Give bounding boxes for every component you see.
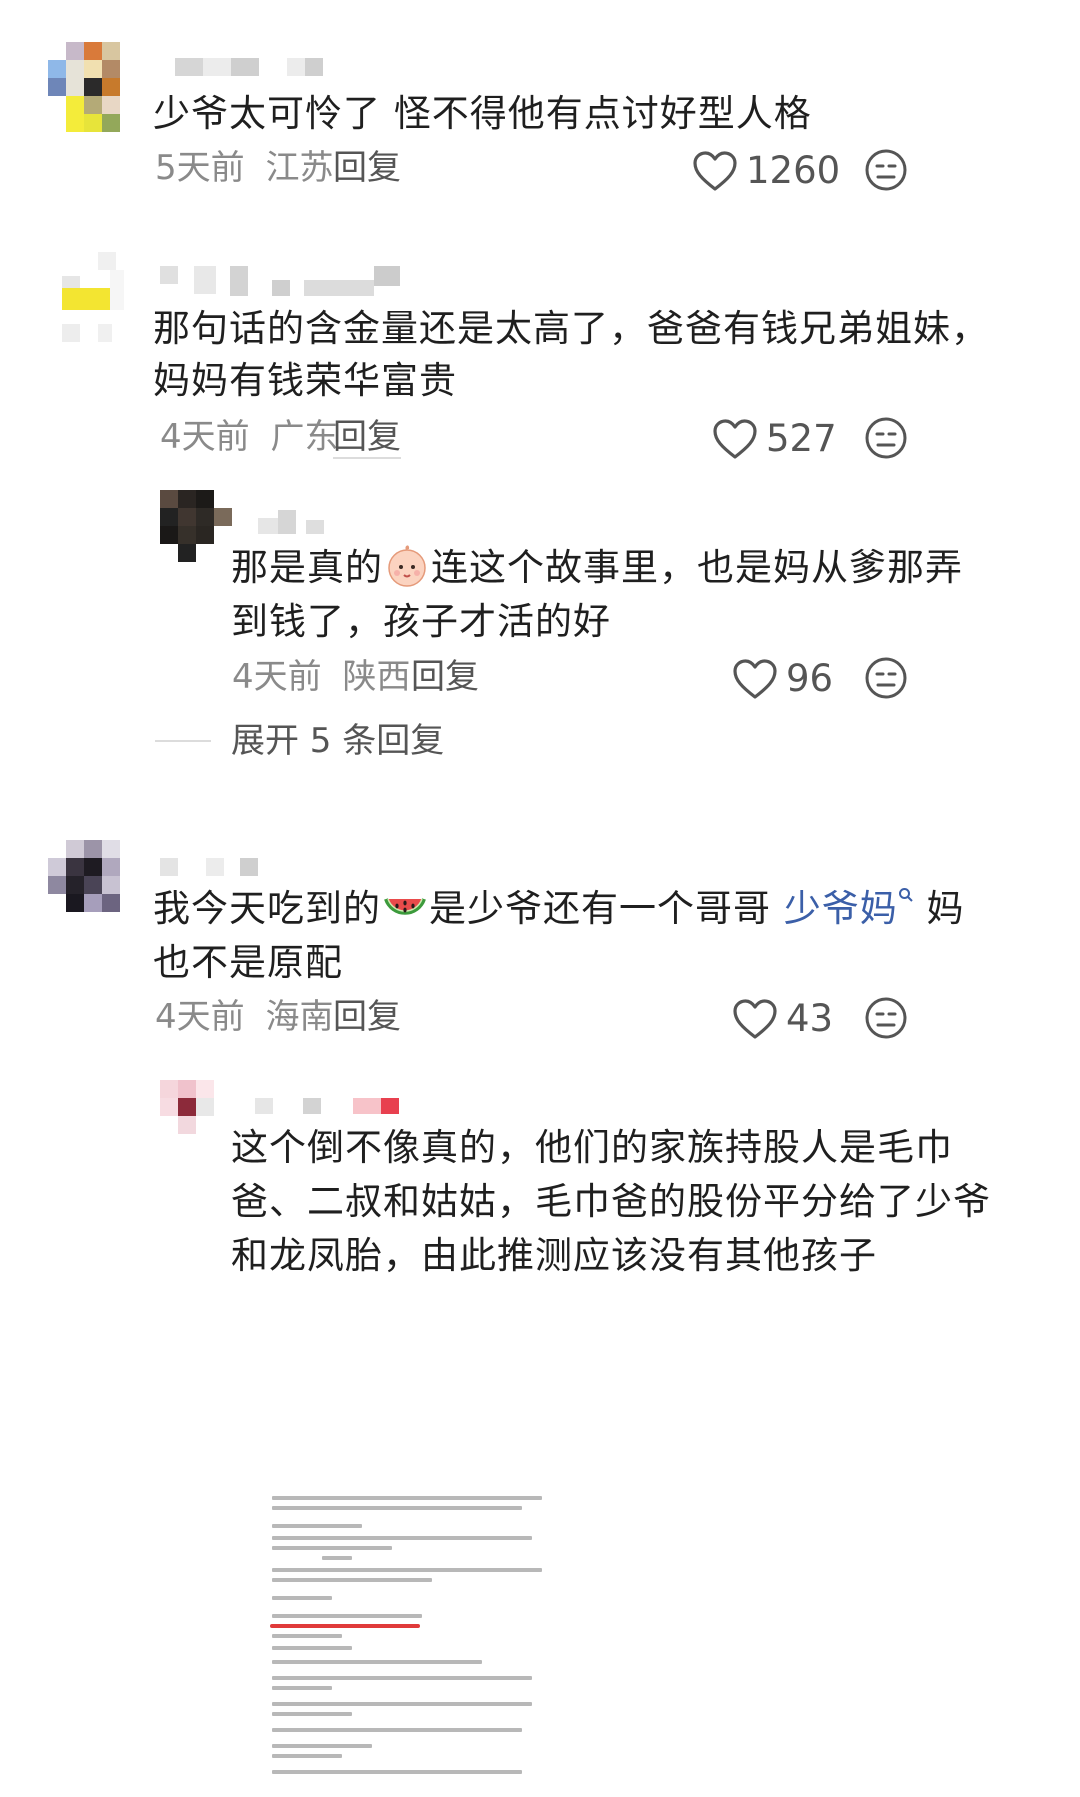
comment-time: 4天前 — [155, 997, 245, 1037]
neutral-face-icon[interactable] — [864, 656, 908, 700]
comment-text: 少爷太可怜了 怪不得他有点讨好型人格 — [153, 92, 812, 135]
username-blurred[interactable] — [258, 510, 328, 534]
avatar[interactable] — [48, 840, 128, 920]
username-blurred[interactable] — [175, 58, 325, 76]
heart-outline-icon — [713, 419, 757, 459]
comment-time: 4天前 — [232, 657, 322, 697]
username-blurred[interactable] — [255, 1098, 415, 1118]
comment-text-segment: 是少爷还有一个哥哥 — [429, 887, 784, 930]
comment-text-line: 我今天吃到的 是少爷还有一个哥哥 少爷妈 妈 — [153, 879, 965, 939]
comment-text-segment: 那是真的 — [231, 546, 383, 589]
comment-text-line: 这个倒不像真的，他们的家族持股人是毛巾 — [231, 1126, 953, 1169]
avatar[interactable] — [62, 252, 134, 348]
username-blurred[interactable] — [160, 266, 400, 298]
comment-meta: 5天前 江苏 — [155, 148, 333, 188]
neutral-face-icon[interactable] — [864, 148, 908, 192]
search-icon[interactable] — [898, 887, 914, 907]
search-link[interactable]: 少爷妈 — [784, 887, 898, 930]
like-button[interactable]: 96 — [732, 658, 833, 700]
comment-text-line: 爸、二叔和姑姑，毛巾爸的股份平分给了少爷 — [231, 1180, 991, 1223]
comment-text: 这个倒不像真的，他们的家族持股人是毛巾 爸、二叔和姑姑，毛巾爸的股份平分给了少爷… — [231, 1118, 991, 1286]
like-button[interactable]: 527 — [712, 418, 837, 460]
reply-button[interactable]: 回复 — [411, 657, 479, 697]
like-count: 96 — [786, 657, 834, 700]
like-button[interactable]: 1260 — [692, 150, 840, 192]
comment-location: 江苏 — [265, 148, 334, 188]
comment-text-line: 那句话的含金量还是太高了，爸爸有钱兄弟姐妹， — [153, 307, 989, 350]
comment-meta: 4天前 海南 — [155, 997, 333, 1037]
expand-divider — [155, 740, 211, 742]
like-button[interactable]: 43 — [732, 998, 833, 1040]
reply-button[interactable]: 回复 — [333, 417, 401, 459]
neutral-face-icon[interactable] — [864, 416, 908, 460]
comment-text-line: 和龙凤胎，由此推测应该没有其他孩子 — [231, 1234, 877, 1277]
comment-location: 广东 — [270, 417, 339, 457]
watermelon-emoji-icon — [384, 898, 426, 915]
comment-time: 5天前 — [155, 148, 245, 188]
comment-text-line: 妈妈有钱荣华富贵 — [153, 359, 457, 402]
reply-button[interactable]: 回复 — [333, 997, 401, 1037]
avatar[interactable] — [160, 1080, 232, 1152]
baby-face-emoji-icon — [388, 545, 426, 587]
like-count: 1260 — [746, 149, 841, 192]
heart-outline-icon — [733, 659, 777, 699]
neutral-face-icon[interactable] — [864, 996, 908, 1040]
username-blurred[interactable] — [160, 858, 260, 876]
comment-location: 陕西 — [342, 657, 411, 697]
comment-time: 4天前 — [160, 417, 250, 457]
comment-text: 那是真的 连这个故事里，也是妈从爹那弄 到钱了，孩子才活的好 — [231, 538, 963, 652]
reply-button[interactable]: 回复 — [333, 148, 401, 188]
like-count: 527 — [766, 417, 837, 460]
comment-text-line: 那是真的 连这个故事里，也是妈从爹那弄 — [231, 538, 963, 598]
avatar[interactable] — [160, 490, 232, 562]
comment-text-segment: 连这个故事里，也是妈从爹那弄 — [431, 546, 963, 589]
heart-outline-icon — [693, 151, 737, 191]
comment-text: 我今天吃到的 是少爷还有一个哥哥 少爷妈 妈 也不是原配 — [153, 879, 965, 993]
comment-text-line: 到钱了，孩子才活的好 — [231, 600, 611, 643]
comment-text: 那句话的含金量还是太高了，爸爸有钱兄弟姐妹， 妈妈有钱荣华富贵 — [153, 299, 989, 411]
comment-location: 海南 — [265, 997, 334, 1037]
expand-replies-button[interactable]: 展开 5 条回复 — [231, 721, 444, 761]
avatar[interactable] — [48, 42, 138, 132]
comment-text-segment: 妈 — [913, 887, 965, 930]
like-count: 43 — [786, 997, 834, 1040]
comment-meta: 4天前 陕西 — [232, 657, 410, 697]
attached-document-image[interactable] — [262, 1490, 612, 1790]
comment-text-line: 也不是原配 — [153, 941, 343, 984]
heart-outline-icon — [733, 999, 777, 1039]
comment-meta: 4天前 广东 — [160, 417, 338, 457]
comment-text-segment: 我今天吃到的 — [153, 887, 381, 930]
